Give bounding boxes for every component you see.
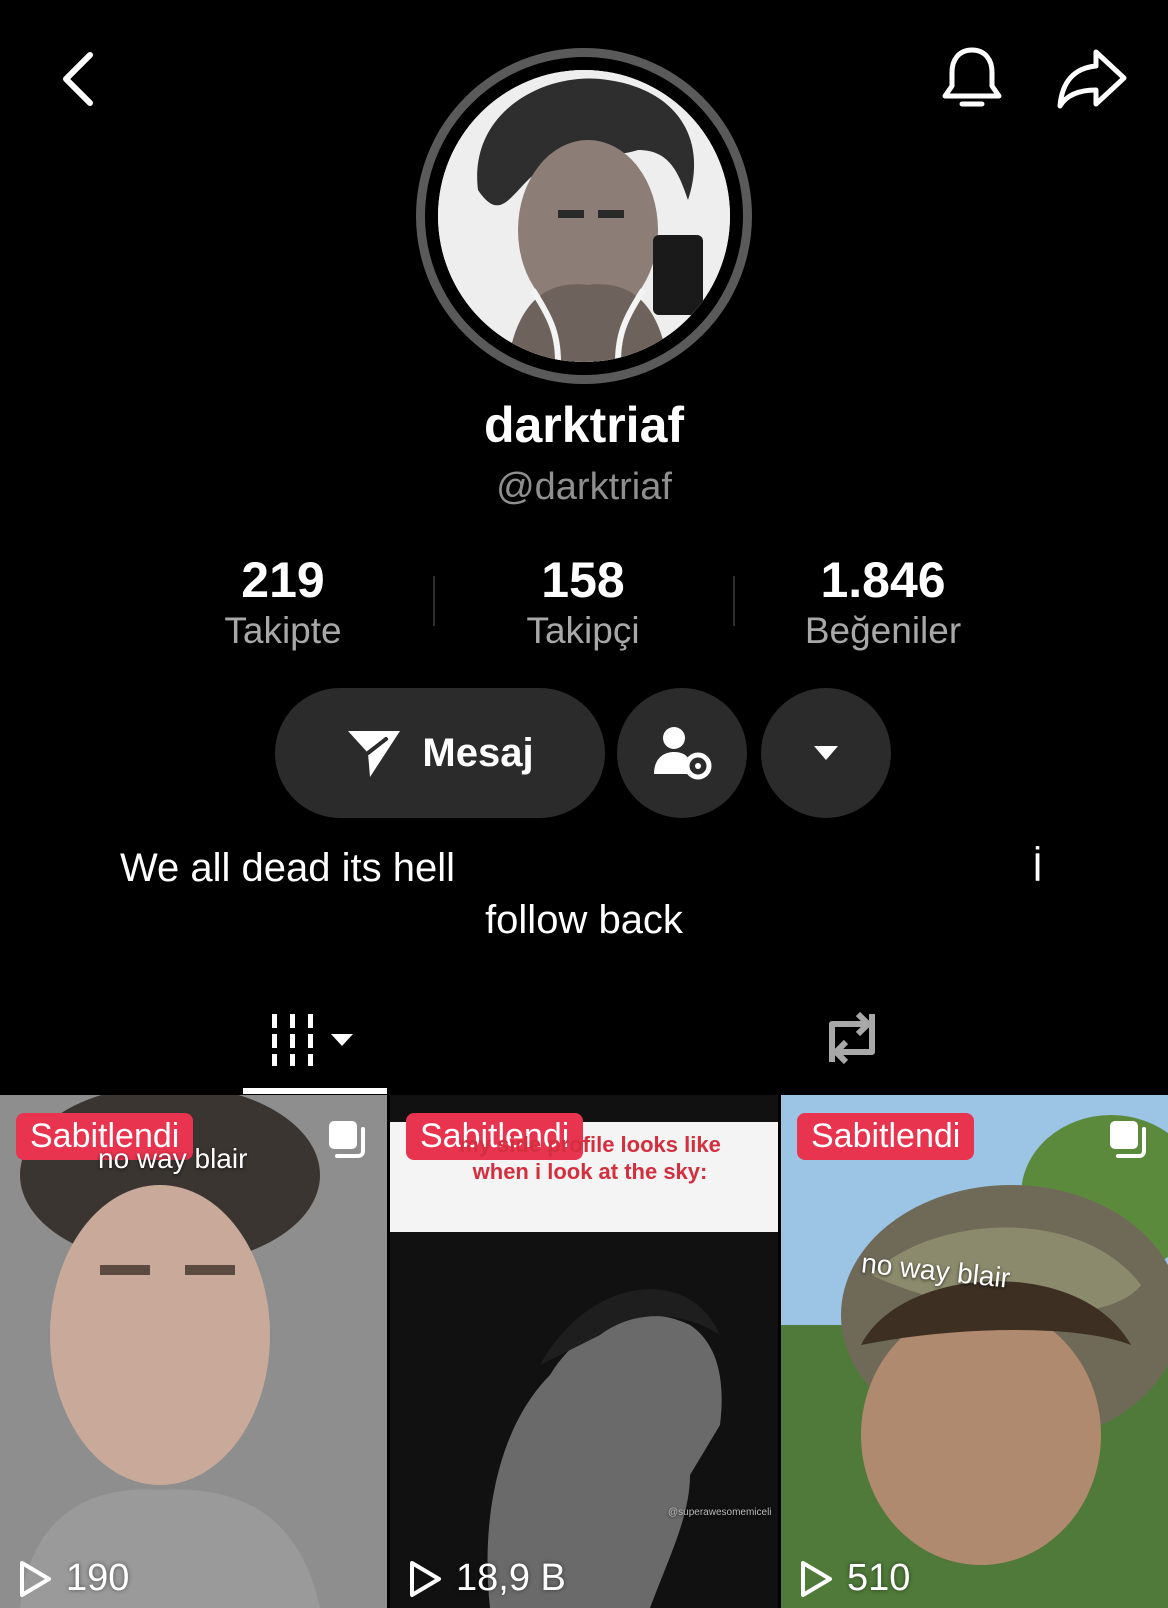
play-icon	[410, 1560, 441, 1597]
tab-reposts[interactable]	[780, 980, 924, 1095]
stat-followers[interactable]: 158 Takipçi	[433, 548, 733, 652]
videos-grid-icon	[272, 1013, 353, 1066]
bio-line-2: follow back	[485, 898, 683, 942]
view-count: 18,9 B	[408, 1557, 566, 1600]
view-count-value: 18,9 B	[456, 1557, 566, 1599]
username-handle: @darktriaf	[496, 466, 672, 508]
tab-videos[interactable]	[243, 980, 387, 1095]
avatar[interactable]	[438, 70, 730, 362]
back-icon[interactable]	[50, 44, 106, 114]
view-count-value: 510	[847, 1557, 911, 1599]
stat-following-count: 219	[241, 552, 325, 608]
stat-likes-label: Beğeniler	[804, 610, 962, 651]
play-icon	[801, 1560, 832, 1597]
paper-plane-icon	[348, 731, 401, 777]
video-grid: Sabitlendi no way blair 190 Sabitlendi m…	[0, 1095, 1168, 1608]
message-button[interactable]: Mesaj	[275, 688, 605, 818]
manage-follow-button[interactable]	[617, 688, 747, 818]
bell-icon[interactable]	[930, 40, 1014, 116]
view-count: 510	[799, 1557, 910, 1600]
video-thumbnail[interactable]: Sabitlendi my side profile looks like wh…	[390, 1095, 778, 1608]
caret-down-icon	[814, 746, 838, 760]
video-thumbnail[interactable]: Sabitlendi no way blair 510	[781, 1095, 1168, 1608]
video-preview-image	[781, 1095, 1168, 1608]
person-gear-icon	[654, 727, 712, 780]
video-credit: @superawesomemiceli	[668, 1507, 772, 1518]
share-icon[interactable]	[1050, 40, 1134, 116]
stat-likes[interactable]: 1.846 Beğeniler	[733, 548, 1033, 652]
multi-photo-icon	[329, 1121, 365, 1158]
message-button-label: Mesaj	[422, 730, 534, 775]
view-count: 190	[18, 1557, 129, 1600]
stat-following-label: Takipte	[224, 610, 342, 651]
video-caption: my side profile looks like when i look a…	[459, 1132, 721, 1184]
bio-mark: İ	[1032, 846, 1044, 890]
active-tab-indicator	[243, 1088, 387, 1094]
stat-followers-count: 158	[541, 552, 625, 608]
display-name: darktriaf	[483, 397, 685, 453]
more-options-button[interactable]	[761, 688, 891, 818]
video-thumbnail[interactable]: Sabitlendi no way blair 190	[0, 1095, 387, 1608]
stat-followers-label: Takipçi	[526, 610, 640, 651]
repost-icon	[829, 1011, 875, 1064]
view-count-value: 190	[66, 1557, 130, 1599]
multi-photo-icon	[1110, 1121, 1146, 1158]
play-icon	[20, 1560, 51, 1597]
video-caption: no way blair	[98, 1143, 248, 1174]
stat-following[interactable]: 219 Takipte	[133, 548, 433, 652]
bio-line-1: We all dead its hell	[120, 846, 455, 890]
stat-likes-count: 1.846	[820, 552, 946, 608]
pinned-badge: Sabitlendi	[797, 1113, 975, 1160]
